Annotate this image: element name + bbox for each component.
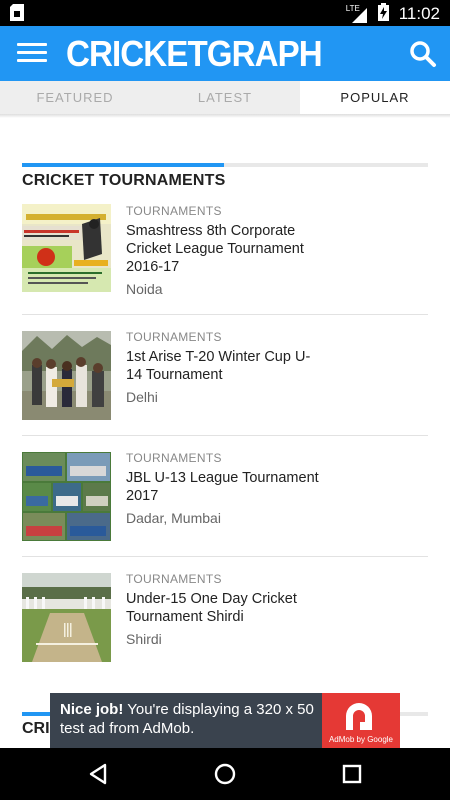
item-category: TOURNAMENTS <box>126 330 222 344</box>
app-bar: CRICKETGRAPH <box>0 26 450 81</box>
item-location: Noida <box>126 281 163 297</box>
ad-bold: Nice job! <box>60 701 124 718</box>
cricket-ground-photo <box>22 573 111 662</box>
divider <box>22 435 428 436</box>
search-icon[interactable] <box>408 39 438 69</box>
item-category: TOURNAMENTS <box>126 204 222 218</box>
tab-bar: FEATURED LATEST POPULAR <box>0 81 450 114</box>
back-icon[interactable] <box>86 762 110 786</box>
recents-icon[interactable] <box>340 762 364 786</box>
item-title: JBL U-13 League Tournament 2017 <box>126 470 319 504</box>
tournament-poster-image <box>22 204 111 292</box>
item-location: Shirdi <box>126 631 162 647</box>
divider <box>22 314 428 315</box>
section-underline <box>22 163 428 167</box>
tab-latest[interactable]: LATEST <box>150 81 300 114</box>
home-icon[interactable] <box>213 762 237 786</box>
navigation-bar <box>0 748 450 800</box>
admob-icon <box>346 703 372 730</box>
admob-logo: AdMob by Google <box>322 693 400 748</box>
list-item[interactable]: TOURNAMENTS 1st Arise T-20 Winter Cup U-… <box>22 330 428 420</box>
section-title-partial: CRI <box>22 720 50 737</box>
ad-banner[interactable]: Nice job! You're displaying a 320 x 50 t… <box>50 693 400 748</box>
item-category: TOURNAMENTS <box>126 451 222 465</box>
ad-text: Nice job! You're displaying a 320 x 50 t… <box>60 700 320 738</box>
item-location: Dadar, Mumbai <box>126 510 221 526</box>
sim-card-icon <box>10 4 24 25</box>
item-title: Under-15 One Day Cricket Tournament Shir… <box>126 591 297 625</box>
app-title: CRICKETGRAPH <box>66 33 323 74</box>
section-title: CRICKET TOURNAMENTS <box>22 172 226 189</box>
item-title: Smashtress 8th Corporate Cricket League … <box>126 223 304 275</box>
ad-caption: AdMob by Google <box>328 735 394 744</box>
tab-featured[interactable]: FEATURED <box>0 81 150 114</box>
lte-signal-icon: LTE <box>346 4 368 23</box>
clock: 11:02 <box>398 4 440 23</box>
list-item[interactable]: TOURNAMENTS Smashtress 8th Corporate Cri… <box>22 204 428 304</box>
tab-popular[interactable]: POPULAR <box>300 81 450 114</box>
battery-charging-icon <box>377 3 389 25</box>
list-item[interactable]: TOURNAMENTS Under-15 One Day Cricket Tou… <box>22 572 428 662</box>
divider <box>22 556 428 557</box>
item-title: 1st Arise T-20 Winter Cup U-14 Tournamen… <box>126 349 311 383</box>
app-screen: LTE 11:02 CRICKETGRAPH FEATURED LATEST P… <box>0 0 450 800</box>
hamburger-menu-icon[interactable] <box>13 38 51 68</box>
item-category: TOURNAMENTS <box>126 572 222 586</box>
status-bar: LTE 11:02 <box>0 0 450 26</box>
tab-shadow <box>0 114 450 118</box>
team-collage-photo <box>22 452 111 541</box>
list-item[interactable]: TOURNAMENTS JBL U-13 League Tournament 2… <box>22 451 428 541</box>
award-ceremony-photo <box>22 331 111 420</box>
item-location: Delhi <box>126 389 158 405</box>
